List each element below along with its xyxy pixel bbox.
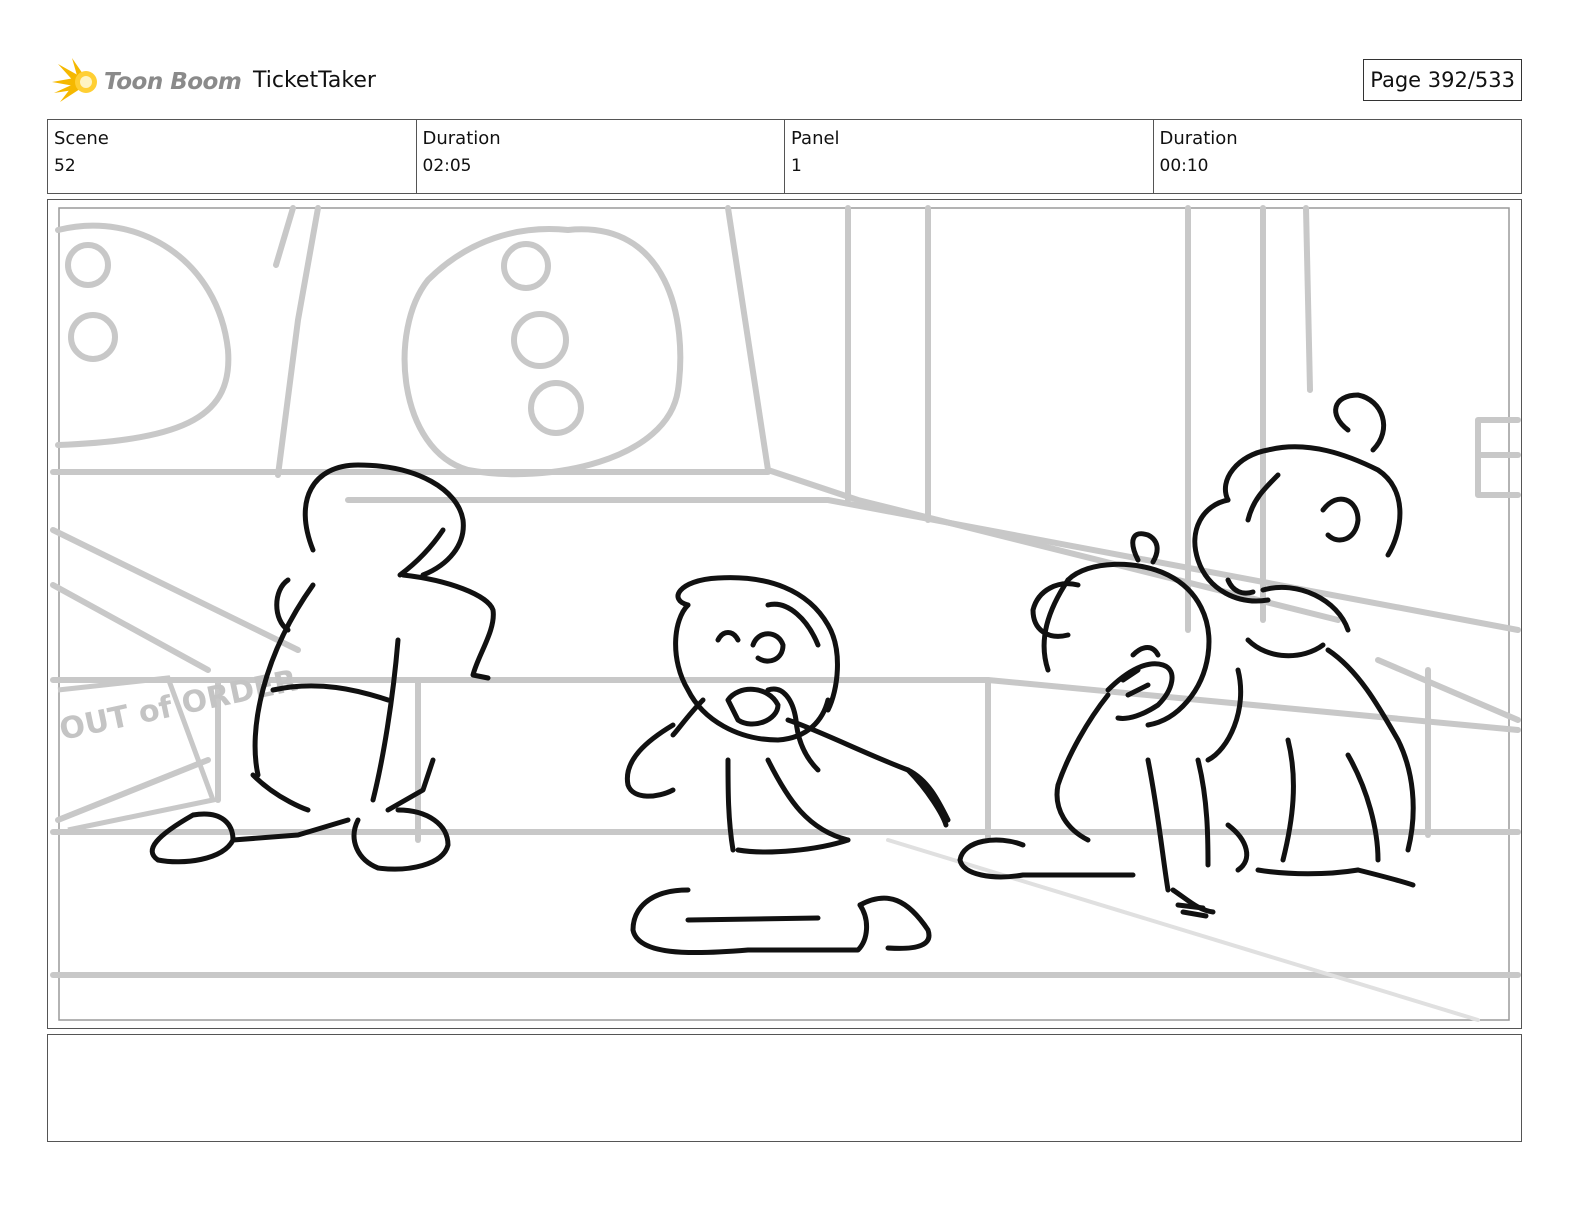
panel-notes-box bbox=[47, 1034, 1522, 1142]
header: Toon Boom TicketTaker Page 392/533 bbox=[50, 56, 1522, 108]
character-crying-kneeling bbox=[957, 531, 1250, 919]
scene-duration-value: 02:05 bbox=[422, 156, 472, 176]
scene-cell: Scene 52 bbox=[48, 120, 417, 193]
scene-info-table: Scene 52 Duration 02:05 Panel 1 Duration… bbox=[47, 119, 1522, 194]
scene-duration-label: Duration bbox=[422, 128, 501, 149]
scene-value: 52 bbox=[54, 156, 76, 176]
panel-value: 1 bbox=[791, 156, 802, 176]
starburst-icon bbox=[52, 58, 97, 102]
project-title: TicketTaker bbox=[253, 68, 376, 93]
characters-sketch bbox=[149, 392, 1416, 956]
storyboard-panel: OUT of ORDER bbox=[47, 199, 1522, 1029]
character-comforting bbox=[1192, 392, 1416, 888]
panel-cell: Panel 1 bbox=[785, 120, 1154, 193]
panel-sketch: OUT of ORDER bbox=[50, 205, 1521, 1022]
character-scared-sitting bbox=[624, 575, 951, 956]
toon-boom-logo: Toon Boom bbox=[50, 56, 242, 108]
sign-text: OUT of ORDER bbox=[56, 663, 300, 748]
background-sketch bbox=[50, 205, 1521, 1022]
scene-duration-cell: Duration 02:05 bbox=[417, 120, 785, 193]
scene-label: Scene bbox=[54, 128, 109, 149]
panel-duration-value: 00:10 bbox=[1159, 156, 1209, 176]
panel-duration-cell: Duration 00:10 bbox=[1154, 120, 1522, 193]
page-indicator: Page 392/533 bbox=[1363, 59, 1522, 101]
logo-text: Toon Boom bbox=[104, 69, 242, 95]
panel-duration-label: Duration bbox=[1159, 128, 1238, 149]
panel-label: Panel bbox=[791, 128, 840, 149]
